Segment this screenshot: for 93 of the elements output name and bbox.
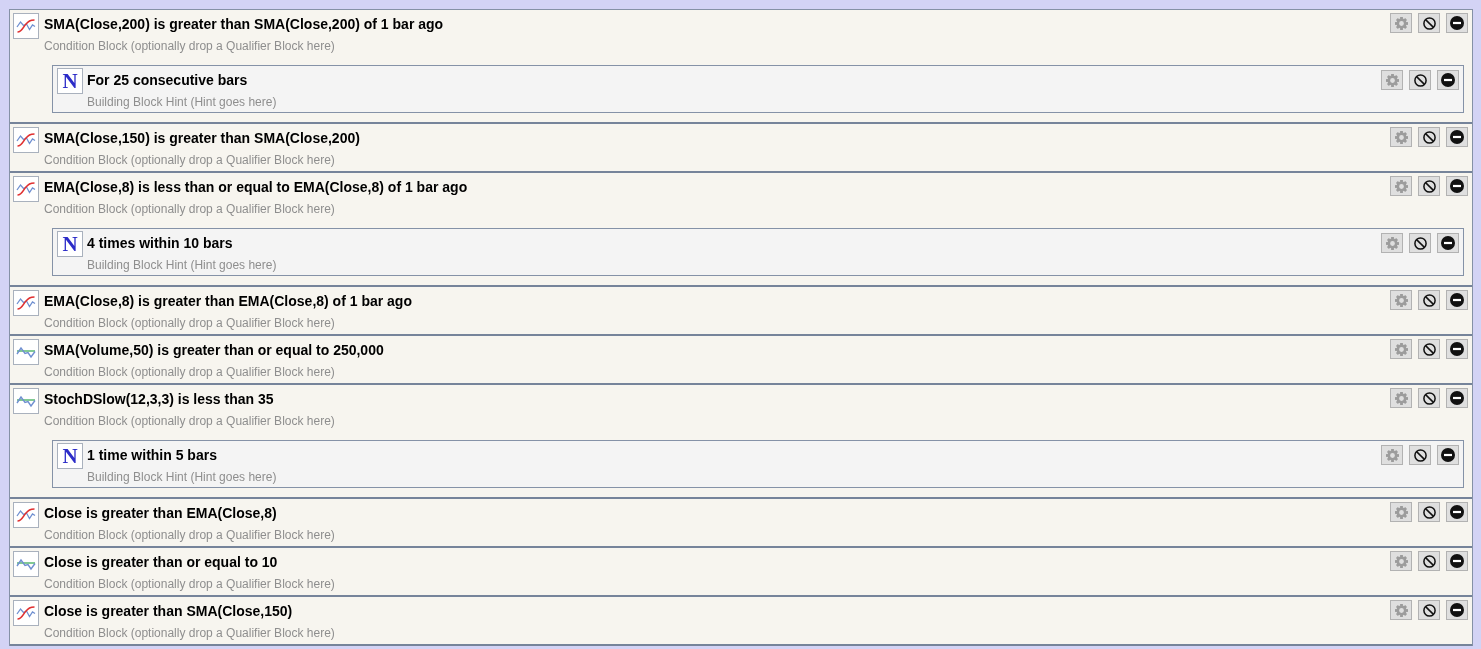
minus-circle-icon xyxy=(1441,448,1455,462)
condition-hint: Condition Block (optionally drop a Qualifier Block here) xyxy=(44,152,336,169)
condition-title: Close is greater than SMA(Close,150) xyxy=(44,602,294,620)
gear-icon xyxy=(1394,505,1408,519)
remove-button[interactable] xyxy=(1446,502,1468,522)
condition-title: EMA(Close,8) is greater than EMA(Close,8) of 1 bar ago xyxy=(44,292,413,310)
minus-circle-icon xyxy=(1450,179,1464,193)
minus-circle-icon xyxy=(1450,391,1464,405)
condition-title: Close is greater than or equal to 10 xyxy=(44,553,279,571)
remove-button[interactable] xyxy=(1446,388,1468,408)
crossing-lines-icon xyxy=(13,290,39,316)
disable-button[interactable] xyxy=(1409,70,1431,90)
minus-circle-icon xyxy=(1450,16,1464,30)
remove-button[interactable] xyxy=(1446,127,1468,147)
gear-icon xyxy=(1385,73,1399,87)
minus-circle-icon xyxy=(1450,554,1464,568)
remove-button[interactable] xyxy=(1446,600,1468,620)
qualifier-badge: N xyxy=(57,68,83,94)
disable-button[interactable] xyxy=(1409,233,1431,253)
condition-title: SMA(Close,150) is greater than SMA(Close,200) xyxy=(44,129,361,147)
minus-circle-icon xyxy=(1450,603,1464,617)
remove-button[interactable] xyxy=(1446,13,1468,33)
condition-hint: Condition Block (optionally drop a Qualifier Block here) xyxy=(44,527,336,544)
disable-button[interactable] xyxy=(1418,290,1440,310)
gear-icon xyxy=(1385,236,1399,250)
prohibited-icon xyxy=(1422,130,1436,144)
qualifier-hint: Building Block Hint (Hint goes here) xyxy=(87,469,278,486)
minus-circle-icon xyxy=(1450,505,1464,519)
remove-button[interactable] xyxy=(1437,70,1459,90)
disable-button[interactable] xyxy=(1418,13,1440,33)
minus-circle-icon xyxy=(1450,293,1464,307)
gear-icon xyxy=(1394,554,1408,568)
qualifier-hint: Building Block Hint (Hint goes here) xyxy=(87,94,278,111)
condition-title: SMA(Volume,50) is greater than or equal to 250,000 xyxy=(44,341,385,359)
qualifier-title: For 25 consecutive bars xyxy=(87,71,249,89)
prohibited-icon xyxy=(1422,505,1436,519)
condition-hint: Condition Block (optionally drop a Qualifier Block here) xyxy=(44,201,336,218)
qualifier-title: 4 times within 10 bars xyxy=(87,234,234,252)
qualifier-badge: N xyxy=(57,231,83,257)
condition-title: Close is greater than EMA(Close,8) xyxy=(44,504,278,522)
gear-icon xyxy=(1394,293,1408,307)
prohibited-icon xyxy=(1422,554,1436,568)
minus-circle-icon xyxy=(1450,130,1464,144)
prohibited-icon xyxy=(1413,236,1427,250)
gear-icon xyxy=(1385,448,1399,462)
disable-button[interactable] xyxy=(1409,445,1431,465)
crossing-lines-icon xyxy=(13,127,39,153)
condition-hint: Condition Block (optionally drop a Qualifier Block here) xyxy=(44,576,336,593)
qualifier-badge: N xyxy=(57,443,83,469)
prohibited-icon xyxy=(1422,293,1436,307)
gear-icon xyxy=(1394,130,1408,144)
minus-circle-icon xyxy=(1441,73,1455,87)
remove-button[interactable] xyxy=(1446,339,1468,359)
condition-hint: Condition Block (optionally drop a Qualifier Block here) xyxy=(44,38,336,55)
qualifier-hint: Building Block Hint (Hint goes here) xyxy=(87,257,278,274)
remove-button[interactable] xyxy=(1437,233,1459,253)
disable-button[interactable] xyxy=(1418,339,1440,359)
remove-button[interactable] xyxy=(1437,445,1459,465)
condition-hint: Condition Block (optionally drop a Qualifier Block here) xyxy=(44,413,336,430)
condition-title: StochDSlow(12,3,3) is less than 35 xyxy=(44,390,275,408)
prohibited-icon xyxy=(1422,179,1436,193)
disable-button[interactable] xyxy=(1418,551,1440,571)
remove-button[interactable] xyxy=(1446,176,1468,196)
remove-button[interactable] xyxy=(1446,551,1468,571)
prohibited-icon xyxy=(1422,342,1436,356)
crossing-lines-icon xyxy=(13,176,39,202)
qualifier-title: 1 time within 5 bars xyxy=(87,446,218,464)
remove-button[interactable] xyxy=(1446,290,1468,310)
gear-icon xyxy=(1394,391,1408,405)
gear-icon xyxy=(1394,342,1408,356)
condition-hint: Condition Block (optionally drop a Qualifier Block here) xyxy=(44,315,336,332)
crossing-lines-icon xyxy=(13,13,39,39)
gear-icon xyxy=(1394,603,1408,617)
disable-button[interactable] xyxy=(1418,176,1440,196)
disable-button[interactable] xyxy=(1418,600,1440,620)
condition-hint: Condition Block (optionally drop a Qualifier Block here) xyxy=(44,364,336,381)
prohibited-icon xyxy=(1413,448,1427,462)
prohibited-icon xyxy=(1422,16,1436,30)
condition-title: SMA(Close,200) is greater than SMA(Close,200) of 1 bar ago xyxy=(44,15,445,33)
prohibited-icon xyxy=(1422,603,1436,617)
disable-button[interactable] xyxy=(1418,127,1440,147)
minus-circle-icon xyxy=(1450,342,1464,356)
crossing-lines-icon xyxy=(13,502,39,528)
condition-hint: Condition Block (optionally drop a Qualifier Block here) xyxy=(44,625,336,642)
gear-icon xyxy=(1394,179,1408,193)
crossing-lines-icon xyxy=(13,600,39,626)
minus-circle-icon xyxy=(1441,236,1455,250)
prohibited-icon xyxy=(1413,73,1427,87)
disable-button[interactable] xyxy=(1418,502,1440,522)
gear-icon xyxy=(1394,16,1408,30)
disable-button[interactable] xyxy=(1418,388,1440,408)
prohibited-icon xyxy=(1422,391,1436,405)
condition-title: EMA(Close,8) is less than or equal to EMA(Close,8) of 1 bar ago xyxy=(44,178,469,196)
